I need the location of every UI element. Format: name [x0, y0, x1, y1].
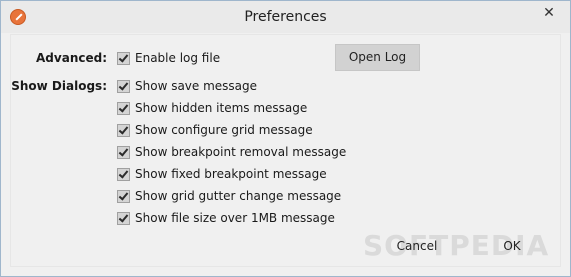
show-hidden-items-message-label: Show hidden items message: [135, 101, 308, 115]
enable-log-file-label: Enable log file: [135, 51, 221, 65]
show-breakpoint-removal-message-label: Show breakpoint removal message: [135, 145, 347, 159]
close-button[interactable]: ✕: [537, 3, 561, 23]
show-file-size-message-checkbox[interactable]: [117, 212, 130, 225]
show-hidden-items-message-checkbox[interactable]: [117, 102, 130, 115]
show-save-message-checkbox[interactable]: [117, 80, 130, 93]
show-configure-grid-message-label: Show configure grid message: [135, 123, 313, 137]
checkmark-icon: [118, 168, 129, 179]
show-breakpoint-removal-message-checkbox[interactable]: [117, 146, 130, 159]
window-title: Preferences: [244, 9, 327, 25]
checkmark-icon: [118, 102, 129, 113]
show-fixed-breakpoint-message-checkbox[interactable]: [117, 168, 130, 181]
show-file-size-message-label: Show file size over 1MB message: [135, 211, 335, 225]
checkmark-icon: [118, 80, 129, 91]
checkmark-icon: [118, 124, 129, 135]
checkmark-icon: [118, 52, 129, 63]
checkmark-icon: [118, 146, 129, 157]
advanced-label: Advanced:: [36, 51, 107, 65]
show-fixed-breakpoint-message-label: Show fixed breakpoint message: [135, 167, 327, 181]
show-grid-gutter-change-message-checkbox[interactable]: [117, 190, 130, 203]
show-configure-grid-message-checkbox[interactable]: [117, 124, 130, 137]
checkmark-icon: [118, 190, 129, 201]
show-grid-gutter-change-message-label: Show grid gutter change message: [135, 189, 342, 203]
preferences-panel: Advanced: Enable log file Open Log Show …: [10, 34, 561, 267]
open-log-button[interactable]: Open Log: [335, 44, 420, 71]
cancel-button[interactable]: Cancel: [396, 234, 438, 258]
show-save-message-label: Show save message: [135, 79, 258, 93]
checkmark-icon: [118, 212, 129, 223]
ok-button[interactable]: OK: [501, 234, 523, 258]
title-bar: Preferences ✕: [1, 1, 570, 33]
show-dialogs-label: Show Dialogs:: [11, 79, 107, 93]
preferences-window: Preferences ✕ Advanced: Enable log file …: [0, 0, 571, 277]
enable-log-file-checkbox[interactable]: [117, 52, 130, 65]
